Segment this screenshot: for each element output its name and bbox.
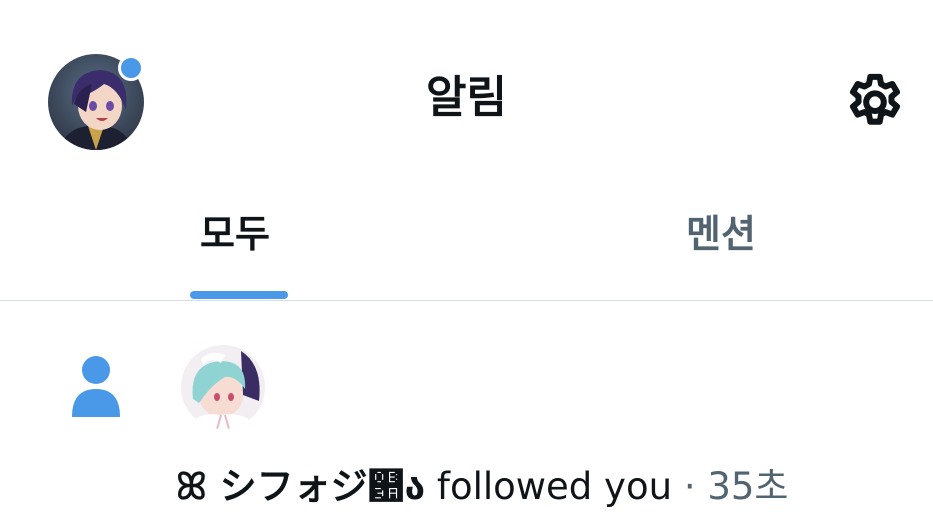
page-title: 알림 — [426, 72, 507, 123]
gear-icon — [849, 73, 901, 125]
person-icon — [72, 356, 120, 417]
tab-mentions-label: 멘션 — [686, 212, 756, 256]
notification-text: ꕤ シフォジ଺ა followed you · 35초 — [176, 461, 788, 513]
tab-mentions[interactable]: 멘션 — [466, 200, 932, 300]
follower-name-link[interactable]: ꕤ シフォジ଺ა — [176, 465, 425, 508]
tab-all-label: 모두 — [200, 212, 270, 256]
separator-dot: · — [683, 465, 696, 508]
active-tab-indicator — [190, 291, 288, 299]
notification-action: followed you — [436, 465, 673, 508]
notification-item-follow[interactable]: ꕤ シフォジ଺ა followed you · 35초 — [0, 301, 933, 524]
notification-time: 35초 — [707, 465, 789, 508]
avatar — [181, 345, 265, 429]
notifications-page: 알림 모두 멘션 — [0, 0, 933, 524]
follower-avatar[interactable] — [181, 345, 265, 429]
tab-all[interactable]: 모두 — [0, 200, 466, 300]
settings-button[interactable] — [842, 70, 908, 136]
